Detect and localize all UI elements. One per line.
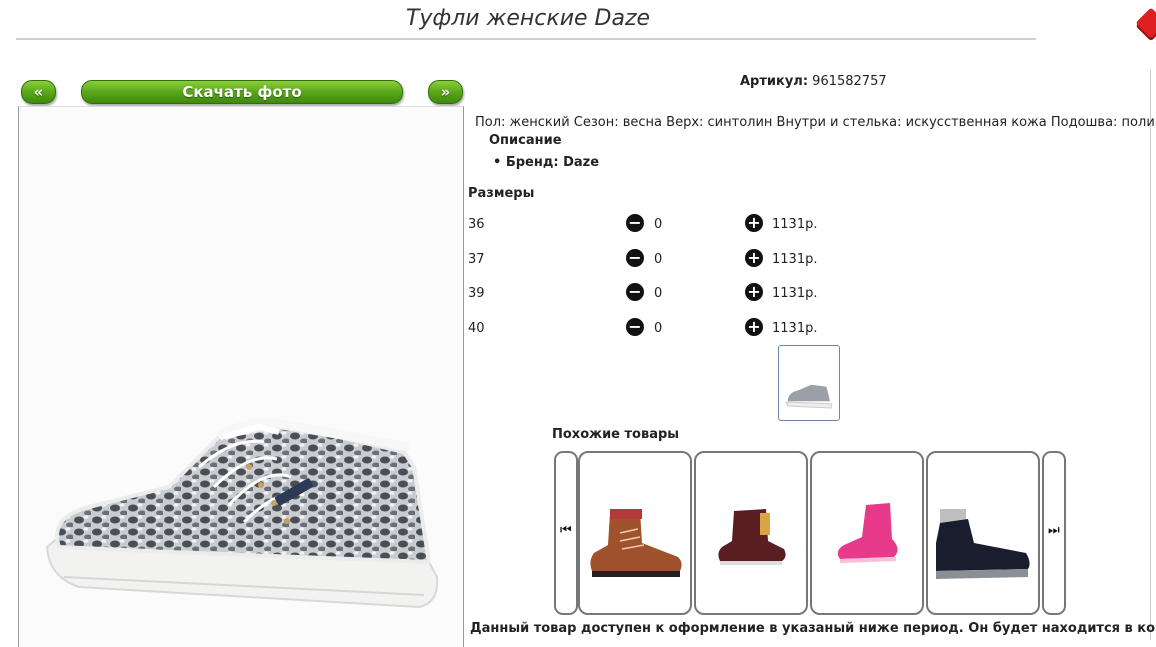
plus-icon[interactable]: + xyxy=(745,214,763,232)
pink-shoe-image xyxy=(837,503,898,563)
size-row: 37 − 0 + 1131р. xyxy=(468,249,868,269)
title-divider xyxy=(16,38,1036,40)
size-value: 36 xyxy=(468,217,485,232)
minus-icon[interactable]: − xyxy=(626,214,644,232)
brown-boot-image xyxy=(590,509,682,577)
quantity-value: 0 xyxy=(654,217,663,232)
product-photo xyxy=(18,106,464,647)
price-value: 1131р. xyxy=(772,217,818,232)
size-value: 37 xyxy=(468,252,485,267)
size-row: 36 − 0 + 1131р. xyxy=(468,214,868,234)
quantity-value: 0 xyxy=(654,321,663,336)
similar-product-card[interactable] xyxy=(578,451,692,615)
right-edge-line xyxy=(1150,70,1151,640)
sneaker-image xyxy=(45,418,439,609)
article-line: Артикул: 961582757 xyxy=(740,74,887,89)
plus-icon[interactable]: + xyxy=(745,283,763,301)
photo-thumbnail[interactable] xyxy=(778,345,840,421)
similar-product-card[interactable] xyxy=(810,451,924,615)
prev-photo-button[interactable]: « xyxy=(21,80,56,104)
price-value: 1131р. xyxy=(772,286,818,301)
skip-forward-icon: ⏭ xyxy=(1048,523,1060,538)
availability-notice: Данный товар доступен к оформление в ука… xyxy=(470,621,1156,636)
brand-text: Бренд: Daze xyxy=(505,155,600,170)
similar-product-card[interactable] xyxy=(926,451,1040,615)
minus-icon[interactable]: − xyxy=(626,249,644,267)
black-boot-image xyxy=(936,509,1030,579)
quantity-value: 0 xyxy=(654,252,663,267)
brand-item: • Бренд: Daze xyxy=(493,155,600,170)
skip-back-icon: ⏮ xyxy=(560,523,572,538)
description-heading: Описание xyxy=(489,133,562,148)
minus-icon[interactable]: − xyxy=(626,318,644,336)
plus-icon[interactable]: + xyxy=(745,249,763,267)
next-photo-button[interactable]: » xyxy=(428,80,463,104)
download-photo-button[interactable]: Скачать фото xyxy=(81,80,403,104)
burgundy-boot-image xyxy=(718,509,786,565)
size-value: 39 xyxy=(468,286,485,301)
similar-product-card[interactable] xyxy=(694,451,808,615)
quantity-value: 0 xyxy=(654,286,663,301)
carousel-prev-button[interactable]: ⏮ xyxy=(554,451,578,615)
article-label: Артикул: xyxy=(740,74,809,89)
sizes-heading: Размеры xyxy=(468,186,535,201)
price-value: 1131р. xyxy=(772,252,818,267)
similar-heading: Похожие товары xyxy=(552,427,680,442)
article-value: 961582757 xyxy=(812,74,887,89)
size-value: 40 xyxy=(468,321,485,336)
page-title: Туфли женские Daze xyxy=(405,6,651,31)
sneaker-thumbnail-image xyxy=(785,383,833,409)
plus-icon[interactable]: + xyxy=(745,318,763,336)
minus-icon[interactable]: − xyxy=(626,283,644,301)
product-description: Пол: женский Сезон: весна Верх: синтолин… xyxy=(475,115,1156,130)
size-row: 40 − 0 + 1131р. xyxy=(468,318,868,338)
carousel-next-button[interactable]: ⏭ xyxy=(1042,451,1066,615)
red-diamond-icon[interactable] xyxy=(1135,7,1156,39)
size-row: 39 − 0 + 1131р. xyxy=(468,283,868,303)
price-value: 1131р. xyxy=(772,321,818,336)
